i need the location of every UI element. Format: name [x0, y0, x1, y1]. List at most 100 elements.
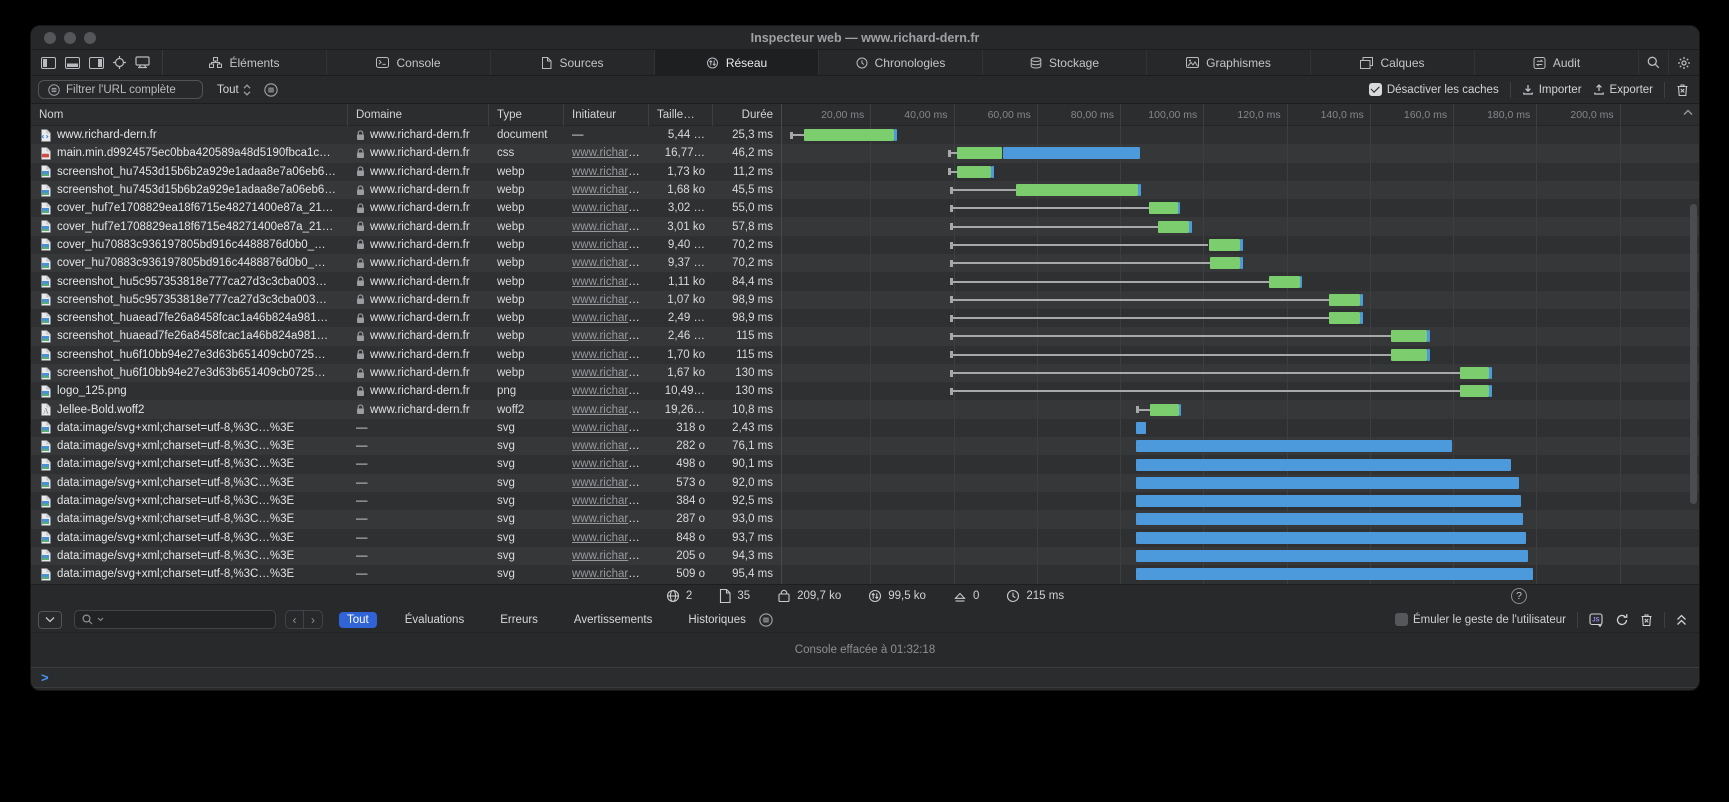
tab-sources[interactable]: Sources	[491, 50, 655, 75]
table-row[interactable]: data:image/svg+xml;charset=utf-8,%3C…%3E…	[31, 437, 1699, 455]
tab-layers[interactable]: Calques	[1311, 50, 1475, 75]
table-row[interactable]: data:image/svg+xml;charset=utf-8,%3C…%3E…	[31, 419, 1699, 437]
table-row[interactable]: screenshot_hu5c957353818e777ca27d3c3cba0…	[31, 291, 1699, 309]
tab-storage[interactable]: Stockage	[983, 50, 1147, 75]
scroll-up-stepper[interactable]	[1683, 109, 1693, 116]
initiator-link[interactable]: www.richard-d…	[572, 477, 649, 489]
initiator-link[interactable]: www.richard-d…	[572, 147, 649, 159]
reload-icon[interactable]	[1615, 613, 1629, 627]
table-row[interactable]: data:image/svg+xml;charset=utf-8,%3C…%3E…	[31, 492, 1699, 510]
dock-bottom-icon[interactable]	[65, 57, 80, 69]
emulate-user-gesture-checkbox[interactable]	[1395, 613, 1408, 626]
filter-options-icon[interactable]	[264, 83, 278, 97]
settings-gear-icon[interactable]	[1669, 50, 1699, 75]
vertical-scrollbar[interactable]	[1690, 204, 1697, 504]
help-button[interactable]: ?	[1511, 588, 1527, 604]
console-filter-tout[interactable]: Tout	[339, 612, 377, 628]
initiator-link[interactable]: www.richard-d…	[572, 422, 649, 434]
table-row[interactable]: data:image/svg+xml;charset=utf-8,%3C…%3E…	[31, 510, 1699, 528]
element-picker-icon[interactable]	[113, 56, 126, 69]
next-result-button[interactable]: ›	[304, 611, 322, 628]
column-header-domain[interactable]: Domaine	[348, 104, 489, 126]
table-row[interactable]: cover_hu70883c936197805bd916c4488876d0b0…	[31, 236, 1699, 254]
initiator-link[interactable]: www.richard-d…	[572, 239, 649, 251]
initiator-link[interactable]: www.richard-d…	[572, 550, 649, 562]
column-header-initiator[interactable]: Initiateur	[564, 104, 649, 126]
tab-network[interactable]: Réseau	[655, 50, 819, 75]
table-row[interactable]: data:image/svg+xml;charset=utf-8,%3C…%3E…	[31, 565, 1699, 583]
console-filter-erreurs[interactable]: Erreurs	[492, 612, 546, 628]
initiator-link[interactable]: www.richard-d…	[572, 166, 649, 178]
table-row[interactable]: main.min.d9924575ec0bba420589a48d5190fbc…	[31, 144, 1699, 162]
initiator-link[interactable]: www.richard-d…	[572, 404, 649, 416]
collapse-console-icon[interactable]	[1676, 614, 1687, 626]
table-row[interactable]: data:image/svg+xml;charset=utf-8,%3C…%3E…	[31, 455, 1699, 473]
initiator-link[interactable]: www.richard-d…	[572, 202, 649, 214]
initiator-link[interactable]: www.richard-d…	[572, 513, 649, 525]
column-header-type[interactable]: Type	[489, 104, 564, 126]
table-row[interactable]: screenshot_hu6f10bb94e27e3d63b651409cb07…	[31, 346, 1699, 364]
dock-right-icon[interactable]	[89, 57, 104, 69]
table-row[interactable]: screenshot_hu7453d15b6b2a929e1adaa8e7a06…	[31, 181, 1699, 199]
initiator-link[interactable]: www.richard-d…	[572, 568, 649, 580]
emulate-user-gesture-toggle[interactable]: Émuler le geste de l'utilisateur	[1395, 613, 1566, 626]
table-row[interactable]: screenshot_huaead7fe26a8458fcac1a46b824a…	[31, 327, 1699, 345]
initiator-link[interactable]: www.richard-d…	[572, 294, 649, 306]
table-row[interactable]: cover_huf7e1708829ea18f6715e48271400e87a…	[31, 199, 1699, 217]
table-row[interactable]: cover_hu70883c936197805bd916c4488876d0b0…	[31, 254, 1699, 272]
table-row[interactable]: cover_huf7e1708829ea18f6715e48271400e87a…	[31, 217, 1699, 235]
table-row[interactable]: screenshot_hu7453d15b6b2a929e1adaa8e7a06…	[31, 163, 1699, 181]
console-drawer-toggle[interactable]	[38, 611, 62, 629]
url-filter-field[interactable]: Filtrer l'URL complète	[38, 80, 203, 99]
table-row[interactable]: screenshot_huaead7fe26a8458fcac1a46b824a…	[31, 309, 1699, 327]
initiator-link[interactable]: www.richard-d…	[572, 312, 649, 324]
tab-elements[interactable]: Éléments	[163, 50, 327, 75]
table-row[interactable]: data:image/svg+xml;charset=utf-8,%3C…%3E…	[31, 547, 1699, 565]
tab-audit[interactable]: Audit	[1475, 50, 1639, 75]
import-button[interactable]: Importer	[1522, 84, 1582, 96]
disable-caches-toggle[interactable]: Désactiver les caches	[1369, 83, 1499, 96]
initiator-link[interactable]: www.richard-d…	[572, 532, 649, 544]
console-filter-historiques[interactable]: Historiques	[680, 612, 754, 628]
column-header-size[interactable]: Taille…	[649, 104, 713, 126]
table-row[interactable]: data:image/svg+xml;charset=utf-8,%3C…%3E…	[31, 474, 1699, 492]
initiator-link[interactable]: www.richard-d…	[572, 367, 649, 379]
request-duration: 115 ms	[713, 349, 781, 361]
initiator-link[interactable]: www.richard-d…	[572, 440, 649, 452]
table-row[interactable]: screenshot_hu5c957353818e777ca27d3c3cba0…	[31, 272, 1699, 290]
initiator-link[interactable]: www.richard-d…	[572, 349, 649, 361]
table-row[interactable]: www.richard-dern.frwww.richard-dern.frdo…	[31, 126, 1699, 144]
export-button[interactable]: Exporter	[1593, 84, 1653, 96]
tab-console[interactable]: Console	[327, 50, 491, 75]
console-search-input[interactable]	[74, 610, 276, 629]
show-console-snippets-button[interactable]: JS	[1589, 613, 1604, 627]
resource-scope-select[interactable]: Tout	[217, 84, 251, 96]
table-row[interactable]: data:image/svg+xml;charset=utf-8,%3C…%3E…	[31, 529, 1699, 547]
console-filter-options-icon[interactable]	[759, 613, 773, 627]
previous-result-button[interactable]: ‹	[286, 611, 304, 628]
initiator-link[interactable]: www.richard-d…	[572, 495, 649, 507]
disable-caches-checkbox[interactable]	[1369, 83, 1382, 96]
console-prompt[interactable]: >	[31, 667, 1699, 688]
initiator-link[interactable]: www.richard-d…	[572, 184, 649, 196]
column-header-name[interactable]: Nom	[31, 104, 348, 126]
initiator-link[interactable]: www.richard-d…	[572, 257, 649, 269]
table-row[interactable]: logo_125.pngwww.richard-dern.frpngwww.ri…	[31, 382, 1699, 400]
tab-graphics[interactable]: Graphismes	[1147, 50, 1311, 75]
clear-console-button[interactable]	[1640, 613, 1653, 627]
console-filter-avertissements[interactable]: Avertissements	[566, 612, 660, 628]
table-row[interactable]: screenshot_hu6f10bb94e27e3d63b651409cb07…	[31, 364, 1699, 382]
initiator-link[interactable]: www.richard-d…	[572, 330, 649, 342]
initiator-link[interactable]: www.richard-d…	[572, 458, 649, 470]
search-button[interactable]	[1639, 50, 1669, 75]
table-row[interactable]: AJellee-Bold.woff2www.richard-dern.frwof…	[31, 400, 1699, 418]
initiator-link[interactable]: www.richard-d…	[572, 276, 649, 288]
clear-network-items-button[interactable]	[1676, 83, 1689, 97]
console-filter-valuations[interactable]: Évaluations	[397, 612, 472, 628]
dock-side-icon[interactable]	[41, 57, 56, 69]
tab-timelines[interactable]: Chronologies	[819, 50, 983, 75]
initiator-link[interactable]: www.richard-d…	[572, 221, 649, 233]
device-icon[interactable]	[135, 56, 150, 69]
column-header-duration[interactable]: Durée	[713, 104, 781, 126]
initiator-link[interactable]: www.richard-d…	[572, 385, 649, 397]
